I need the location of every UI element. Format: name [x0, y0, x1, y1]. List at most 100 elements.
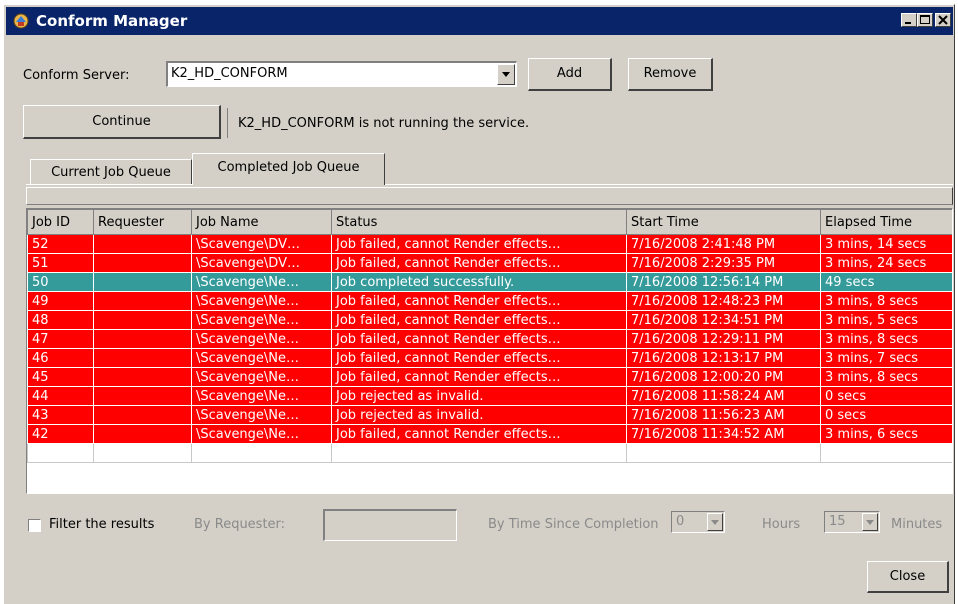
conform-app-icon	[12, 12, 30, 30]
start-time-cell: 7/16/2008 11:56:23 AM	[626, 405, 821, 425]
job-id-cell: 46	[27, 348, 94, 368]
table-row[interactable]: 47 \Scavenge\Ne… Job failed, cannot Render…	[27, 329, 952, 349]
status-cell: Job failed, cannot Render effects…	[331, 424, 627, 444]
table-row[interactable]: 45 \Scavenge\Ne… Job failed, cannot Render…	[27, 367, 952, 387]
status-cell: Job failed, cannot Render effects…	[331, 348, 627, 368]
elapsed-time-cell: 49 secs	[820, 272, 952, 292]
status-cell: Job failed, cannot Render effects…	[331, 310, 627, 330]
conform-server-select[interactable]: K2_HD_CONFORM	[166, 61, 517, 87]
status-cell: Job rejected as invalid.	[331, 386, 627, 406]
table-row[interactable]: 44 \Scavenge\Ne… Job rejected as invalid. 7…	[27, 386, 952, 406]
remove-server-button[interactable]: Remove	[628, 58, 713, 91]
column-header-elapsed-time[interactable]: Elapsed Time	[820, 209, 952, 235]
chevron-down-icon	[502, 72, 510, 77]
status-cell: Job failed, cannot Render effects…	[331, 367, 627, 387]
minutes-select[interactable]: 15	[824, 511, 880, 533]
tab-current-job-queue[interactable]: Current Job Queue	[30, 159, 192, 184]
table-row[interactable]: 52 \Scavenge\DV… Job failed, cannot Render…	[27, 234, 952, 254]
maximize-icon	[920, 15, 930, 24]
job-id-cell: 51	[27, 253, 94, 273]
column-header-status[interactable]: Status	[331, 209, 627, 235]
job-name-cell: \Scavenge\DV…	[191, 234, 332, 254]
column-header-requester[interactable]: Requester	[93, 209, 192, 235]
status-divider	[227, 108, 228, 138]
job-id-cell: 49	[27, 291, 94, 311]
requester-cell	[93, 348, 192, 368]
conform-manager-window: Conform Manager Conform Server: K2_HD_CO…	[3, 4, 955, 604]
job-id-cell: 48	[27, 310, 94, 330]
elapsed-time-cell: 0 secs	[820, 405, 952, 425]
table-row[interactable]: 48 \Scavenge\Ne… Job failed, cannot Render…	[27, 310, 952, 330]
close-button[interactable]: Close	[867, 561, 949, 593]
start-time-cell: 7/16/2008 12:13:17 PM	[626, 348, 821, 368]
start-time-cell: 7/16/2008 11:34:52 AM	[626, 424, 821, 444]
requester-cell	[93, 253, 192, 273]
conform-server-label: Conform Server:	[23, 68, 130, 83]
hours-dropdown-button[interactable]	[707, 513, 723, 531]
table-row[interactable]: 51 \Scavenge\DV… Job failed, cannot Render…	[27, 253, 952, 273]
add-server-button[interactable]: Add	[528, 58, 612, 91]
start-time-cell: 7/16/2008 12:29:11 PM	[626, 329, 821, 349]
grid-group-bar	[26, 187, 953, 205]
requester-cell	[93, 405, 192, 425]
filter-results-checkbox[interactable]	[28, 519, 41, 532]
job-id-cell: 43	[27, 405, 94, 425]
tab-completed-job-queue[interactable]: Completed Job Queue	[192, 153, 385, 185]
conform-server-dropdown-button[interactable]	[497, 64, 515, 85]
start-time-cell: 7/16/2008 12:34:51 PM	[626, 310, 821, 330]
close-window-button[interactable]	[935, 13, 951, 27]
elapsed-time-cell: 3 mins, 8 secs	[820, 367, 952, 387]
elapsed-time-cell: 3 mins, 14 secs	[820, 234, 952, 254]
requester-cell	[93, 386, 192, 406]
job-id-cell: 44	[27, 386, 94, 406]
column-header-job-name[interactable]: Job Name	[191, 209, 332, 235]
table-row[interactable]: 50 \Scavenge\Ne… Job completed successfull…	[27, 272, 952, 292]
column-header-job-id[interactable]: Job ID	[27, 209, 94, 235]
start-time-cell: 7/16/2008 12:00:20 PM	[626, 367, 821, 387]
requester-cell	[93, 367, 192, 387]
table-row[interactable]: 43 \Scavenge\Ne… Job rejected as invalid. 7…	[27, 405, 952, 425]
job-name-cell: \Scavenge\Ne…	[191, 348, 332, 368]
completed-jobs-grid: Job ID Requester Job Name Status Start T…	[26, 208, 953, 494]
hours-label: Hours	[762, 517, 801, 532]
status-cell: Job failed, cannot Render effects…	[331, 291, 627, 311]
table-header-row: Job ID Requester Job Name Status Start T…	[27, 209, 952, 235]
time-since-completion-label: By Time Since Completion	[488, 517, 659, 532]
hours-value: 0	[676, 514, 685, 529]
maximize-button[interactable]	[917, 13, 933, 27]
table-row[interactable]: 49 \Scavenge\Ne… Job failed, cannot Render…	[27, 291, 952, 311]
chevron-down-icon	[711, 520, 719, 525]
minutes-dropdown-button[interactable]	[862, 513, 878, 531]
hours-select[interactable]: 0	[671, 511, 725, 533]
elapsed-time-cell: 3 mins, 8 secs	[820, 329, 952, 349]
title-bar[interactable]: Conform Manager	[6, 7, 953, 35]
close-icon	[938, 15, 948, 25]
job-name-cell: \Scavenge\DV…	[191, 253, 332, 273]
table-row[interactable]: 46 \Scavenge\Ne… Job failed, cannot Render…	[27, 348, 952, 368]
job-name-cell: \Scavenge\Ne…	[191, 386, 332, 406]
minimize-icon	[905, 22, 911, 24]
requester-cell	[93, 272, 192, 292]
requester-cell	[93, 291, 192, 311]
filter-results-label: Filter the results	[49, 517, 155, 532]
start-time-cell: 7/16/2008 12:56:14 PM	[626, 272, 821, 292]
status-cell: Job failed, cannot Render effects…	[331, 329, 627, 349]
empty-cell	[331, 443, 627, 463]
table-row[interactable]: 42 \Scavenge\Ne… Job failed, cannot Render…	[27, 424, 952, 444]
job-name-cell: \Scavenge\Ne…	[191, 405, 332, 425]
start-time-cell: 7/16/2008 2:29:35 PM	[626, 253, 821, 273]
empty-row	[27, 443, 952, 463]
job-name-cell: \Scavenge\Ne…	[191, 272, 332, 292]
job-name-cell: \Scavenge\Ne…	[191, 291, 332, 311]
empty-cell	[93, 443, 192, 463]
status-cell: Job failed, cannot Render effects…	[331, 234, 627, 254]
minimize-button[interactable]	[901, 13, 917, 27]
start-time-cell: 7/16/2008 12:48:23 PM	[626, 291, 821, 311]
column-header-start-time[interactable]: Start Time	[626, 209, 821, 235]
empty-cell	[626, 443, 821, 463]
requester-cell	[93, 234, 192, 254]
job-id-cell: 52	[27, 234, 94, 254]
by-requester-label: By Requester:	[194, 517, 286, 532]
requester-input[interactable]	[323, 509, 457, 541]
continue-button[interactable]: Continue	[23, 105, 221, 139]
